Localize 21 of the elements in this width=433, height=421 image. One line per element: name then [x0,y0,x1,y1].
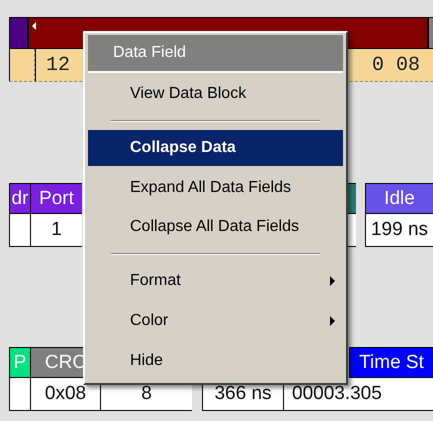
table-cell [9,214,30,247]
data-byte: 0 08 [372,54,420,76]
table-cell: 199 ns [365,214,433,247]
menu-item[interactable]: Format [88,263,343,300]
table-cell: 1 [30,214,82,247]
menu-item[interactable]: View Data Block [88,76,343,112]
table-cell: 0x08 [30,378,100,411]
menu-item[interactable]: Collapse Data [88,130,343,166]
field-header: Port [30,183,82,214]
menu-item[interactable]: Color [88,303,343,340]
data-byte: 12 [46,54,70,76]
field-header: P [9,347,30,378]
table-cell [9,378,30,411]
collapse-icon[interactable] [32,22,36,30]
menu-item[interactable]: Expand All Data Fields [88,170,343,206]
field-header: dr [9,183,30,214]
field-header: Time St [349,347,433,378]
table-cell: 00003.305 [283,378,433,411]
menu-item[interactable]: Collapse All Data Fields [88,210,343,246]
field-header: Idle [365,183,433,214]
menu-title: Data Field [88,35,343,73]
